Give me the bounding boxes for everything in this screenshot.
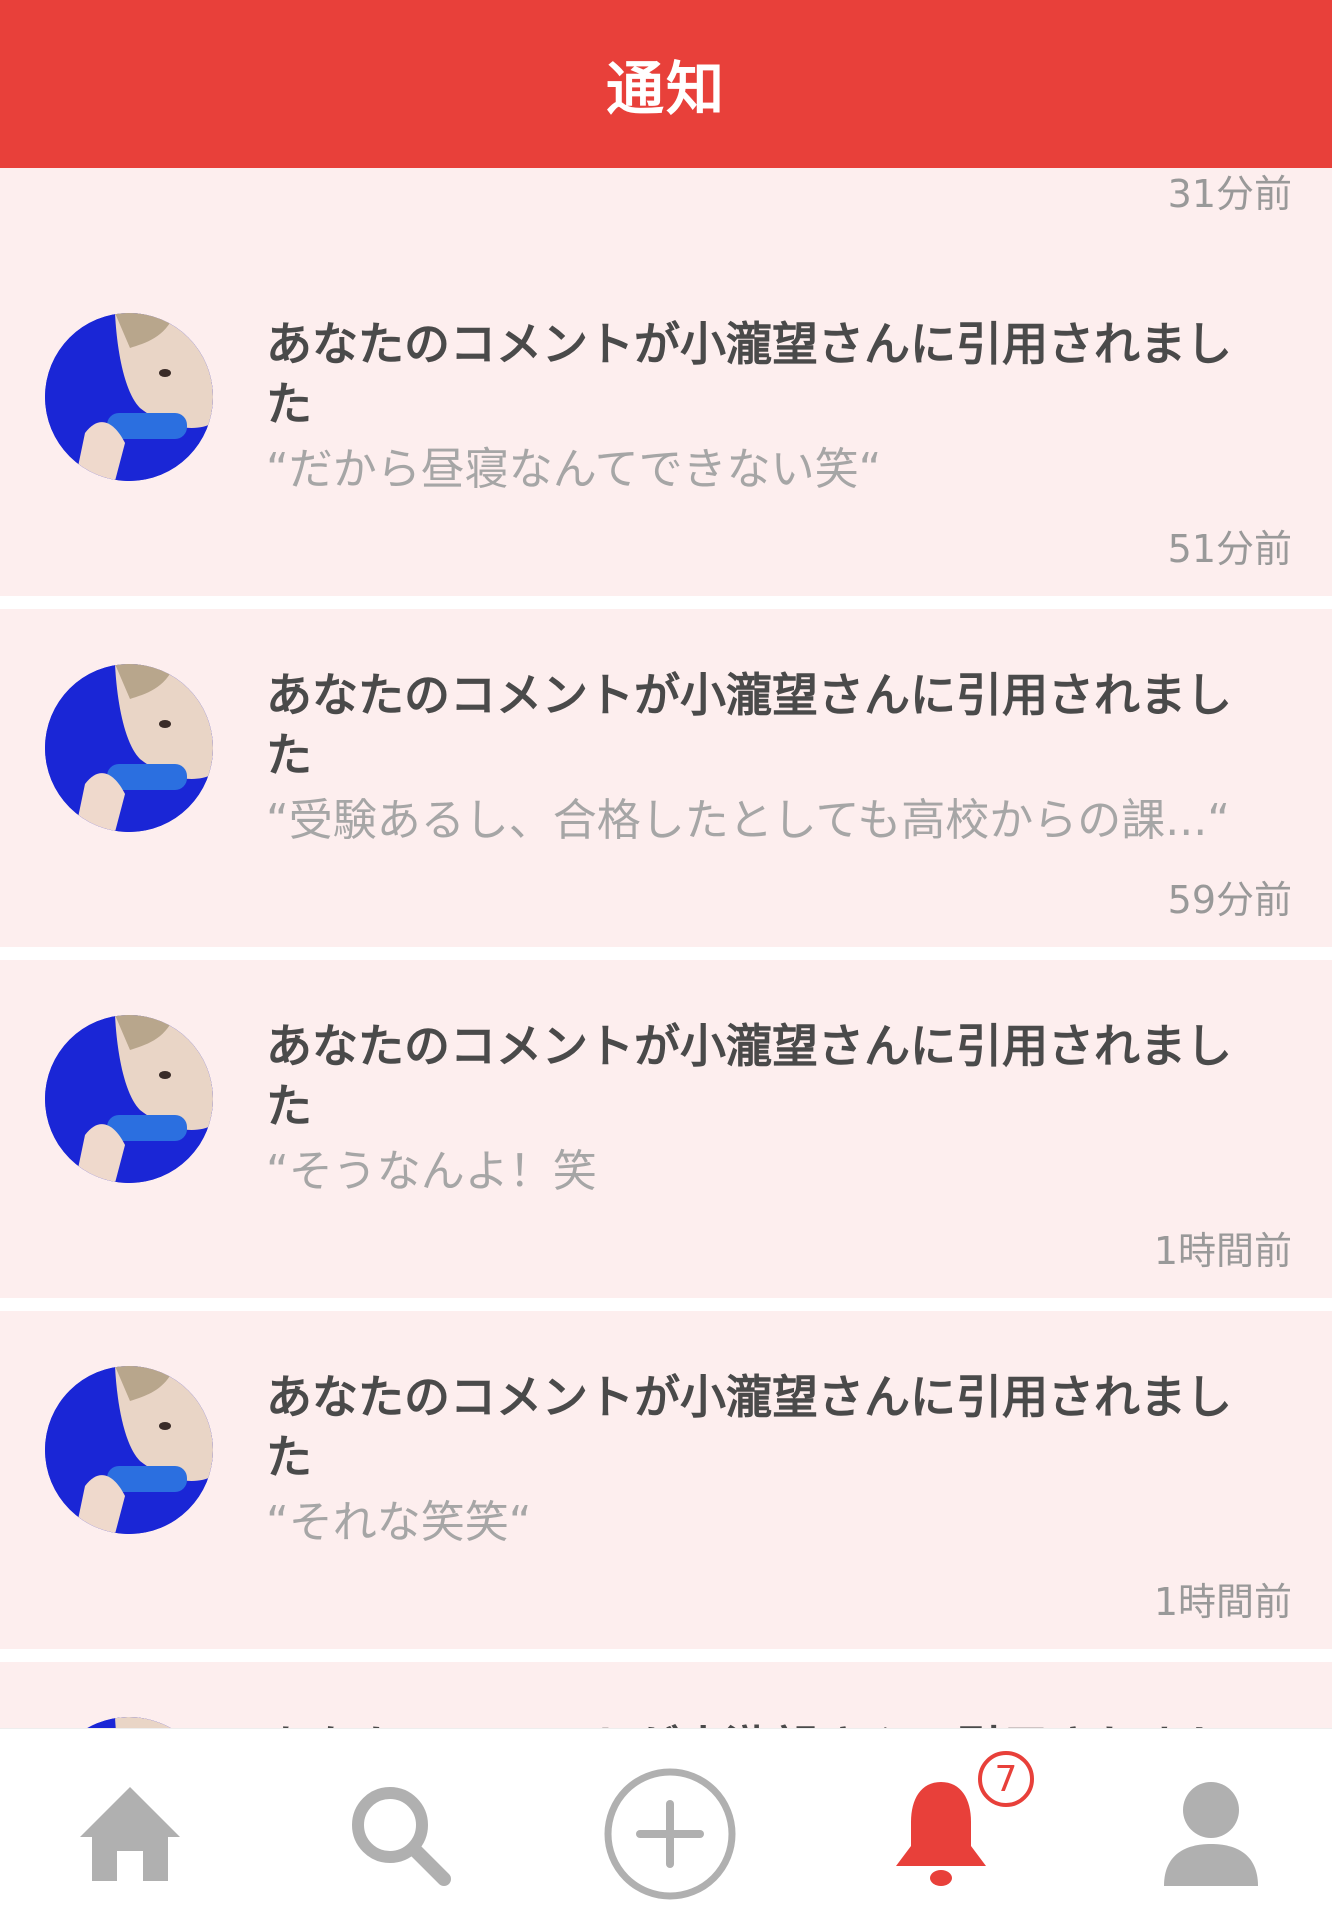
notification-count-badge: 7 (978, 1751, 1034, 1807)
notification-title: あなたのコメントが小瀧望さんに引用されました (266, 668, 1232, 782)
avatar[interactable] (45, 1015, 213, 1183)
tab-profile[interactable] (1136, 1759, 1286, 1909)
avatar[interactable] (45, 664, 213, 832)
notification-list[interactable]: 31分前 あなたのコメントが小瀧望さんに引用されました “だから昼寝なんてできな… (0, 168, 1332, 1728)
notification-time: 1時間前 (1153, 1229, 1292, 1273)
profile-icon (1164, 1782, 1258, 1886)
add-icon (604, 1768, 736, 1900)
notification-title: あなたのコメントが小瀧望さんに引用されました (266, 1370, 1232, 1484)
tab-post[interactable] (595, 1759, 745, 1909)
notification-title: あなたのコメントが小瀧望さんに引用されました (266, 317, 1232, 431)
notification-time: 1時間前 (1153, 1580, 1292, 1624)
notification-time: 59分前 (1167, 878, 1292, 922)
home-icon (80, 1787, 180, 1881)
tab-search[interactable] (324, 1759, 474, 1909)
page-title: 通知 (605, 55, 726, 123)
notification-item[interactable]: あなたのコメントが小瀧望さんに引用されました “受験あるし、合格したとしても高校… (0, 609, 1332, 947)
notification-time: 31分前 (1167, 172, 1292, 216)
notification-quote: “だから昼寝なんてできない笑“ (266, 444, 882, 495)
avatar[interactable] (45, 1717, 213, 1728)
avatar[interactable] (45, 313, 213, 481)
notification-title: あなたのコメントが小瀧望さんに引用されました (266, 1019, 1232, 1133)
tab-notifications[interactable]: 7 (866, 1751, 1034, 1909)
notification-quote: “受験あるし、合格したとしても高校からの課...“ (266, 795, 1231, 846)
notification-item-partial[interactable]: 31分前 (0, 168, 1332, 258)
notification-item[interactable]: あなたのコメントが小瀧望さんに引用されました “だから昼寝なんてできない笑“ 5… (0, 258, 1332, 596)
notification-item-partial[interactable]: あなたのコメントが小瀧望さんに引用されました (0, 1662, 1332, 1728)
notification-item[interactable]: あなたのコメントが小瀧望さんに引用されました “それな笑笑“ 1時間前 (0, 1311, 1332, 1649)
search-icon (352, 1787, 451, 1886)
bottom-tab-bar: 7 (0, 1728, 1332, 1921)
bell-icon (896, 1782, 986, 1886)
notification-title: あなたのコメントが小瀧望さんに引用されました (266, 1718, 1276, 1728)
notification-quote: “それな笑笑“ (266, 1497, 532, 1548)
notification-item[interactable]: あなたのコメントが小瀧望さんに引用されました “そうなんよ！笑 1時間前 (0, 960, 1332, 1298)
notification-time: 51分前 (1167, 527, 1292, 571)
app-header: 通知 (0, 0, 1332, 168)
avatar[interactable] (45, 1366, 213, 1534)
notification-quote: “そうなんよ！笑 (266, 1146, 597, 1197)
tab-home[interactable] (55, 1759, 205, 1909)
